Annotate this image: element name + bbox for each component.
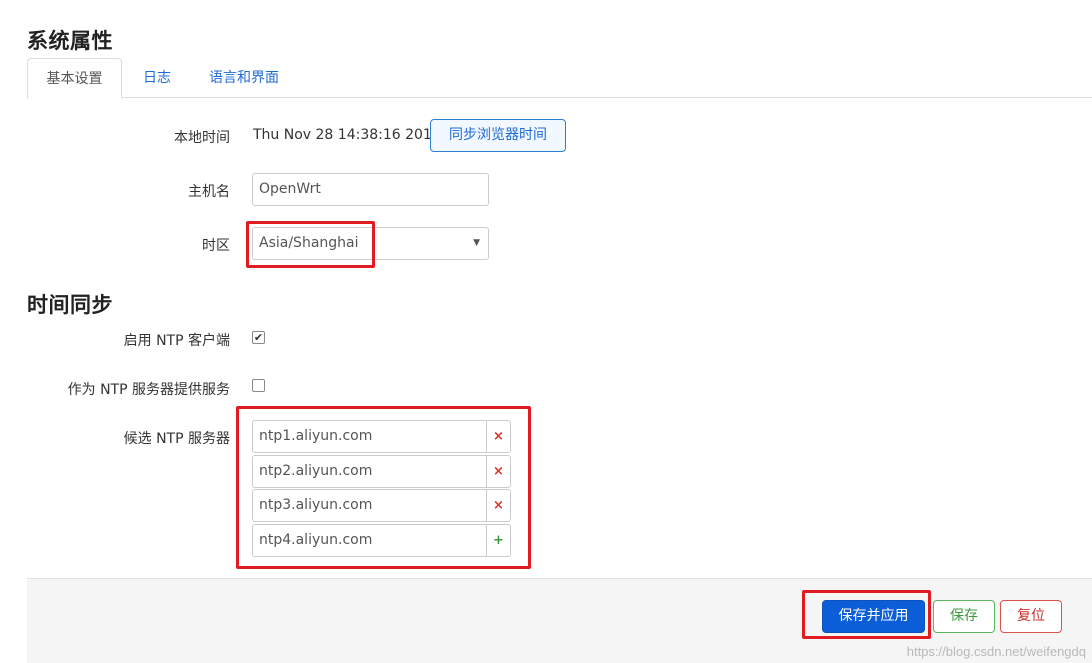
ntp-server-input-3[interactable]: ntp3.aliyun.com (252, 489, 487, 522)
sync-browser-time-button[interactable]: 同步浏览器时间 (430, 119, 566, 152)
local-time-value: Thu Nov 28 14:38:16 2019 (253, 127, 441, 143)
ntp-section-title: 时间同步 (27, 293, 113, 317)
close-icon: × (493, 498, 504, 513)
check-icon: ✔ (253, 331, 264, 344)
ntp-server-checkbox[interactable] (252, 379, 265, 392)
ntp-server-row: ntp3.aliyun.com × (252, 489, 511, 522)
timezone-value: Asia/Shanghai (259, 235, 359, 251)
tab-language-ui[interactable]: 语言和界面 (209, 58, 279, 98)
remove-ntp-server-button[interactable]: × (486, 489, 511, 522)
ntp-server-row: ntp2.aliyun.com × (252, 455, 511, 488)
add-ntp-server-button[interactable]: + (486, 524, 511, 557)
enable-ntp-client-checkbox[interactable]: ✔ (252, 331, 265, 344)
remove-ntp-server-button[interactable]: × (486, 420, 511, 453)
watermark: https://blog.csdn.net/weifengdq (906, 644, 1086, 659)
local-time-label: 本地时间 (174, 130, 230, 146)
remove-ntp-server-button[interactable]: × (486, 455, 511, 488)
enable-ntp-client-label: 启用 NTP 客户端 (123, 333, 230, 349)
tab-bar: 基本设置 日志 语言和界面 (27, 58, 1092, 99)
page-title: 系统属性 (27, 29, 113, 53)
ntp-server-input-2[interactable]: ntp2.aliyun.com (252, 455, 487, 488)
ntp-server-label: 作为 NTP 服务器提供服务 (67, 382, 230, 398)
ntp-server-row: ntp4.aliyun.com + (252, 524, 511, 557)
tab-log[interactable]: 日志 (143, 58, 171, 98)
close-icon: × (493, 464, 504, 479)
close-icon: × (493, 429, 504, 444)
timezone-select[interactable]: Asia/Shanghai ▼ (252, 227, 489, 260)
ntp-server-input-4[interactable]: ntp4.aliyun.com (252, 524, 487, 557)
save-button[interactable]: 保存 (933, 600, 995, 633)
chevron-down-icon: ▼ (473, 238, 480, 248)
hostname-input[interactable]: OpenWrt (252, 173, 489, 206)
tab-basic-settings[interactable]: 基本设置 (27, 58, 122, 99)
hostname-label: 主机名 (188, 184, 230, 200)
plus-icon: + (493, 533, 504, 548)
timezone-label: 时区 (202, 238, 230, 254)
save-apply-button[interactable]: 保存并应用 (822, 600, 925, 633)
ntp-server-row: ntp1.aliyun.com × (252, 420, 511, 453)
reset-button[interactable]: 复位 (1000, 600, 1062, 633)
ntp-server-input-1[interactable]: ntp1.aliyun.com (252, 420, 487, 453)
candidate-ntp-label: 候选 NTP 服务器 (123, 431, 230, 447)
